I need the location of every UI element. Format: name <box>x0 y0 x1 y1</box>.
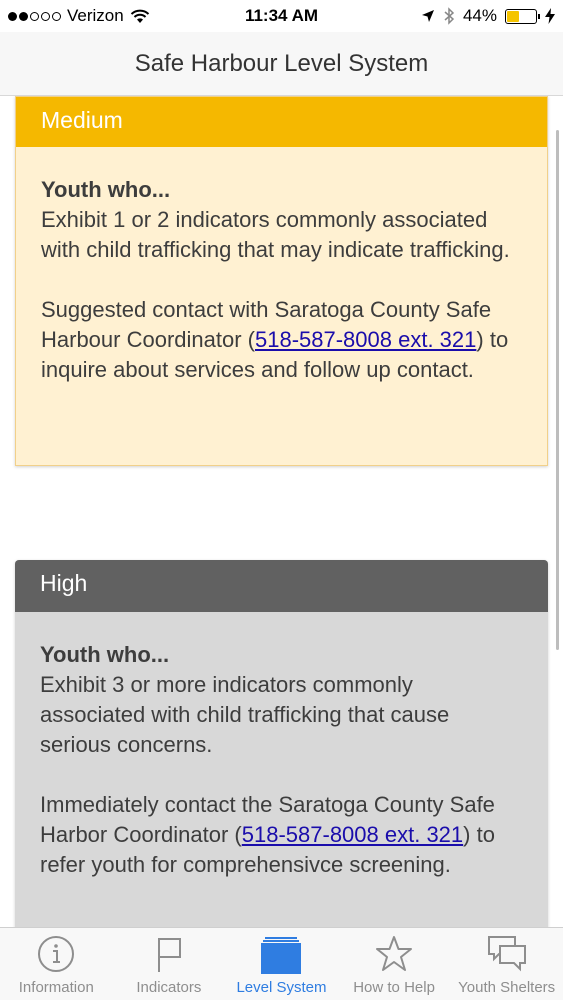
level-card-high: High Youth who... Exhibit 3 or more indi… <box>15 560 548 927</box>
stack-icon <box>261 937 302 974</box>
tab-indicators[interactable]: Indicators <box>113 928 226 1000</box>
level-description-text: Exhibit 3 or more indicators commonly as… <box>40 672 450 757</box>
level-action: Suggested contact with Saratoga County S… <box>41 295 522 385</box>
chat-icon <box>487 936 526 972</box>
tab-bar: Information Indicators Level System How … <box>0 927 563 1000</box>
tab-youth-shelters[interactable]: Youth Shelters <box>450 928 563 1000</box>
info-icon <box>38 936 75 972</box>
level-description: Youth who... Exhibit 1 or 2 indicators c… <box>41 175 522 265</box>
level-card-medium: Medium Youth who... Exhibit 1 or 2 indic… <box>15 96 548 466</box>
battery-level-fill <box>507 10 520 22</box>
level-card-body: Youth who... Exhibit 3 or more indicator… <box>15 612 548 880</box>
level-description-text: Exhibit 1 or 2 indicators commonly assoc… <box>41 207 510 262</box>
coordinator-phone-link[interactable]: 518-587-8008 ext. 321 <box>242 822 463 847</box>
level-content-scroll[interactable]: Medium Youth who... Exhibit 1 or 2 indic… <box>0 96 563 927</box>
flag-icon <box>157 938 181 972</box>
tab-level-system[interactable]: Level System <box>225 928 338 1000</box>
tab-label: Information <box>18 979 94 996</box>
tab-information[interactable]: Information <box>0 928 113 1000</box>
scroll-indicator[interactable] <box>556 130 559 650</box>
tab-how-to-help[interactable]: How to Help <box>338 928 451 1000</box>
status-right: 44% <box>421 6 555 26</box>
battery-icon <box>505 8 540 24</box>
page-title: Safe Harbour Level System <box>134 50 429 77</box>
tab-label: Level System <box>236 979 327 996</box>
tab-label: Indicators <box>136 979 202 996</box>
status-bar: Verizon 11:34 AM 44% <box>0 0 563 32</box>
level-heading: Youth who... <box>41 177 171 202</box>
battery-percent: 44% <box>462 6 497 25</box>
star-icon <box>376 936 413 971</box>
level-description: Youth who... Exhibit 3 or more indicator… <box>40 640 523 760</box>
level-heading: Youth who... <box>40 642 170 667</box>
tab-label: Youth Shelters <box>458 979 556 996</box>
charging-bolt-icon <box>545 8 555 24</box>
navigation-bar: Safe Harbour Level System <box>0 32 563 96</box>
level-card-body: Youth who... Exhibit 1 or 2 indicators c… <box>16 147 547 385</box>
bluetooth-icon <box>444 7 455 25</box>
tab-label: How to Help <box>353 979 435 996</box>
level-action: Immediately contact the Saratoga County … <box>40 790 523 880</box>
location-arrow-icon <box>421 10 434 22</box>
level-card-title: High <box>15 560 548 612</box>
coordinator-phone-link[interactable]: 518-587-8008 ext. 321 <box>255 327 476 352</box>
level-card-title: Medium <box>16 97 547 147</box>
